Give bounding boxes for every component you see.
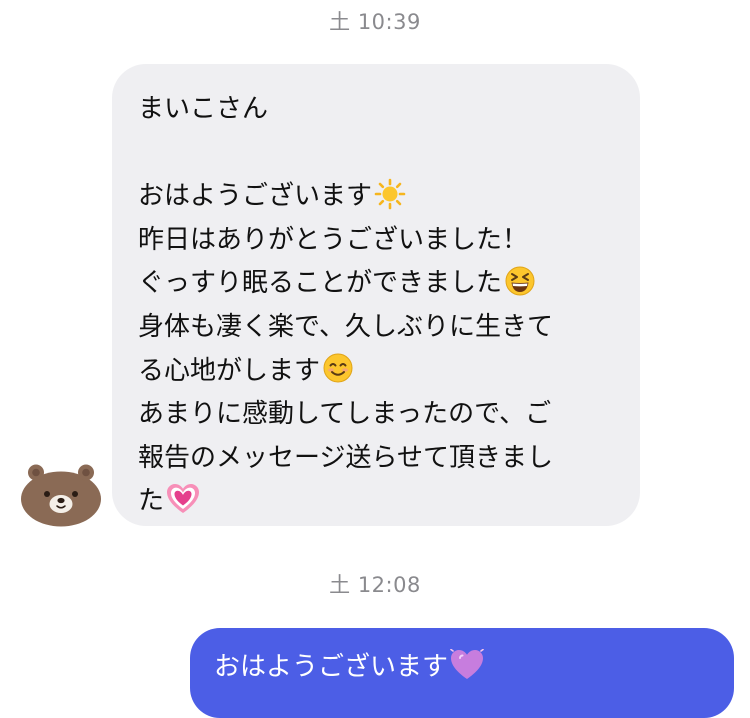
timestamp: 土 12:08 — [329, 573, 421, 597]
message-text: る心地がします — [138, 355, 321, 386]
message-text: おはようございます — [138, 181, 373, 212]
message-line: おはようございます — [138, 175, 620, 219]
sun-icon — [374, 178, 406, 209]
message-line: おはようございます — [214, 646, 710, 690]
message-line: る心地がします — [138, 350, 620, 394]
message-text: おはようございます — [214, 652, 449, 682]
message-line: 身体も凄く楽で、久しぶりに生きて — [138, 306, 620, 350]
incoming-message-bubble[interactable]: まいこさん おはようございます 昨日はありがとうございました！ ぐっすり眠ること… — [112, 64, 640, 526]
growing-heart-icon — [167, 483, 200, 513]
message-text: 昨日はありがとうございました！ — [138, 224, 529, 255]
message-line: あまりに感動してしまったので、ご — [138, 393, 620, 437]
purple-heart-icon — [450, 648, 484, 679]
message-text: ぐっすり眠ることができました — [138, 268, 503, 299]
message-line: た — [138, 480, 620, 524]
message-line: 昨日はありがとうございました！ — [138, 219, 620, 263]
message-line: 報告のメッセージ送らせて頂きまし — [138, 437, 620, 481]
timestamp: 土 10:39 — [329, 10, 421, 34]
smiling-face-icon — [323, 353, 353, 383]
message-line: ぐっすり眠ることができました — [138, 262, 620, 306]
message-text: まいこさん — [138, 94, 269, 124]
message-text: た — [138, 486, 165, 517]
message-line: まいこさん — [138, 88, 620, 132]
outgoing-message-bubble[interactable]: おはようございます — [190, 628, 734, 718]
grinning-squinting-face-icon — [505, 266, 535, 296]
message-text: 身体も凄く楽で、久しぶりに生きて — [138, 311, 553, 342]
message-text: あまりに感動してしまったので、ご — [138, 399, 552, 430]
brown-bear-face-icon[interactable] — [20, 463, 102, 527]
message-text: 報告のメッセージ送らせて頂きまし — [138, 442, 553, 473]
